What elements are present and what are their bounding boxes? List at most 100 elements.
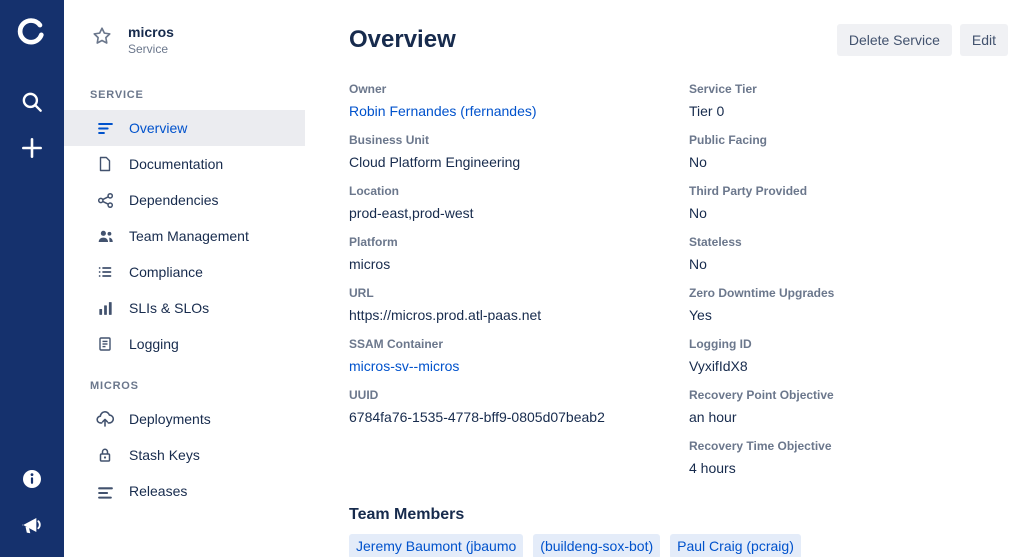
sidebar-item-label: Compliance bbox=[129, 264, 203, 280]
sidebar-item-deployments[interactable]: Deployments bbox=[64, 401, 305, 437]
field-recovery-time-objective: Recovery Time Objective 4 hours bbox=[689, 439, 1008, 478]
app-rail bbox=[0, 0, 64, 557]
field-value: https://micros.prod.atl-paas.net bbox=[349, 305, 689, 325]
field-stateless: Stateless No bbox=[689, 235, 1008, 274]
deployments-icon bbox=[96, 410, 114, 428]
field-url: URL https://micros.prod.atl-paas.net bbox=[349, 286, 689, 325]
sidebar-item-stash-keys[interactable]: Stash Keys bbox=[64, 437, 305, 473]
team-members-list: Jeremy Baumont (jbaumo (buildeng-sox-bot… bbox=[349, 534, 1008, 557]
owner-link[interactable]: Robin Fernandes (rfernandes) bbox=[349, 101, 537, 121]
sidebar-item-label: Documentation bbox=[129, 156, 223, 172]
field-value: No bbox=[689, 254, 1008, 274]
field-zero-downtime-upgrades: Zero Downtime Upgrades Yes bbox=[689, 286, 1008, 325]
sidebar-item-overview[interactable]: Overview bbox=[64, 110, 305, 146]
overview-icon bbox=[96, 119, 114, 137]
field-value: 6784fa76-1535-4778-bff9-0805d07beab2 bbox=[349, 407, 689, 427]
service-identity: micros Service bbox=[128, 24, 174, 57]
field-value: No bbox=[689, 152, 1008, 172]
main-content: Overview Delete Service Edit Owner Robin… bbox=[305, 0, 1024, 557]
sidebar: micros Service SERVICE Overview Document… bbox=[64, 0, 305, 557]
team-icon bbox=[96, 227, 114, 245]
team-member-link[interactable]: Jeremy Baumont (jbaumo bbox=[349, 534, 523, 557]
service-header: micros Service bbox=[64, 18, 305, 71]
field-value: Tier 0 bbox=[689, 101, 1008, 121]
team-member-link[interactable]: Paul Craig (pcraig) bbox=[670, 534, 801, 557]
sidebar-item-label: Releases bbox=[129, 483, 187, 499]
bar-chart-icon bbox=[96, 299, 114, 317]
app-logo-icon[interactable] bbox=[14, 14, 50, 50]
ssam-container-link[interactable]: micros-sv--micros bbox=[349, 356, 459, 376]
field-business-unit: Business Unit Cloud Platform Engineering bbox=[349, 133, 689, 172]
field-label: Owner bbox=[349, 82, 689, 96]
sidebar-section-service: SERVICE bbox=[64, 71, 305, 110]
field-recovery-point-objective: Recovery Point Objective an hour bbox=[689, 388, 1008, 427]
sidebar-item-documentation[interactable]: Documentation bbox=[64, 146, 305, 182]
main-header: Overview Delete Service Edit bbox=[349, 24, 1008, 56]
service-fields: Owner Robin Fernandes (rfernandes) Busin… bbox=[349, 82, 1008, 490]
field-label: Third Party Provided bbox=[689, 184, 1008, 198]
fields-left-column: Owner Robin Fernandes (rfernandes) Busin… bbox=[349, 82, 689, 439]
service-type: Service bbox=[128, 41, 174, 57]
sidebar-item-slis-slos[interactable]: SLIs & SLOs bbox=[64, 290, 305, 326]
field-service-tier: Service Tier Tier 0 bbox=[689, 82, 1008, 121]
field-value: 4 hours bbox=[689, 458, 1008, 478]
team-members-title: Team Members bbox=[349, 506, 1008, 524]
sidebar-item-label: Dependencies bbox=[129, 192, 219, 208]
field-value: VyxifIdX8 bbox=[689, 356, 1008, 376]
field-value: Cloud Platform Engineering bbox=[349, 152, 689, 172]
sidebar-item-label: Logging bbox=[129, 336, 179, 352]
field-logging-id: Logging ID VyxifIdX8 bbox=[689, 337, 1008, 376]
sidebar-item-label: SLIs & SLOs bbox=[129, 300, 209, 316]
favorite-star-icon[interactable] bbox=[92, 26, 112, 51]
field-value: an hour bbox=[689, 407, 1008, 427]
add-icon[interactable] bbox=[14, 130, 50, 166]
field-label: Platform bbox=[349, 235, 689, 249]
sidebar-item-dependencies[interactable]: Dependencies bbox=[64, 182, 305, 218]
service-name: micros bbox=[128, 24, 174, 41]
team-member-link[interactable]: (buildeng-sox-bot) bbox=[533, 534, 660, 557]
field-label: Logging ID bbox=[689, 337, 1008, 351]
field-label: Zero Downtime Upgrades bbox=[689, 286, 1008, 300]
field-public-facing: Public Facing No bbox=[689, 133, 1008, 172]
field-label: Recovery Time Objective bbox=[689, 439, 1008, 453]
dependencies-icon bbox=[96, 191, 114, 209]
announcement-icon[interactable] bbox=[14, 507, 50, 543]
sidebar-item-compliance[interactable]: Compliance bbox=[64, 254, 305, 290]
sidebar-item-label: Team Management bbox=[129, 228, 249, 244]
compliance-icon bbox=[96, 263, 114, 281]
sidebar-item-team-management[interactable]: Team Management bbox=[64, 218, 305, 254]
sidebar-item-label: Deployments bbox=[129, 411, 211, 427]
field-label: Recovery Point Objective bbox=[689, 388, 1008, 402]
field-label: Stateless bbox=[689, 235, 1008, 249]
page-title: Overview bbox=[349, 26, 456, 54]
releases-icon bbox=[96, 482, 114, 500]
field-ssam-container: SSAM Container micros-sv--micros bbox=[349, 337, 689, 376]
team-members-section: Team Members Jeremy Baumont (jbaumo (bui… bbox=[349, 506, 1008, 557]
field-location: Location prod-east,prod-west bbox=[349, 184, 689, 223]
document-icon bbox=[96, 155, 114, 173]
field-value: Yes bbox=[689, 305, 1008, 325]
field-third-party-provided: Third Party Provided No bbox=[689, 184, 1008, 223]
edit-button[interactable]: Edit bbox=[960, 24, 1008, 56]
info-icon[interactable] bbox=[14, 461, 50, 497]
field-uuid: UUID 6784fa76-1535-4778-bff9-0805d07beab… bbox=[349, 388, 689, 427]
field-label: Service Tier bbox=[689, 82, 1008, 96]
delete-service-button[interactable]: Delete Service bbox=[837, 24, 952, 56]
sidebar-item-logging[interactable]: Logging bbox=[64, 326, 305, 362]
field-value: micros bbox=[349, 254, 689, 274]
sidebar-item-label: Overview bbox=[129, 120, 187, 136]
field-value: prod-east,prod-west bbox=[349, 203, 689, 223]
logging-icon bbox=[96, 335, 114, 353]
field-label: UUID bbox=[349, 388, 689, 402]
field-label: URL bbox=[349, 286, 689, 300]
field-value: No bbox=[689, 203, 1008, 223]
search-icon[interactable] bbox=[14, 84, 50, 120]
sidebar-item-releases[interactable]: Releases bbox=[64, 473, 305, 509]
field-label: Business Unit bbox=[349, 133, 689, 147]
field-label: Location bbox=[349, 184, 689, 198]
field-label: Public Facing bbox=[689, 133, 1008, 147]
field-label: SSAM Container bbox=[349, 337, 689, 351]
field-platform: Platform micros bbox=[349, 235, 689, 274]
page-actions: Delete Service Edit bbox=[837, 24, 1008, 56]
sidebar-section-micros: MICROS bbox=[64, 362, 305, 401]
